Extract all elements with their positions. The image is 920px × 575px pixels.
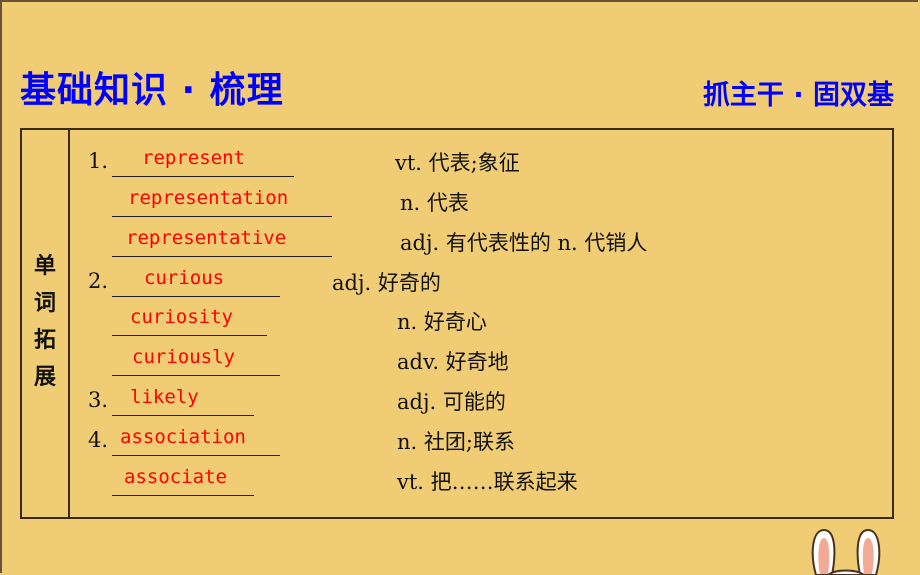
answer-text: represent: [142, 147, 245, 169]
answer-blank: associate: [112, 465, 254, 496]
item-number: 3.: [88, 388, 109, 412]
meaning-text: vt. 把……联系起来: [397, 470, 578, 494]
meaning-text: vt. 代表;象征: [395, 151, 520, 175]
answer-blank: curiously: [112, 345, 280, 376]
answer-blank: likely: [112, 385, 254, 416]
answer-blank: curiosity: [112, 305, 267, 336]
section-title: 基础知识 · 梳理: [20, 70, 284, 111]
item-number: 4.: [88, 428, 109, 452]
answer-text: associate: [124, 466, 227, 488]
section-label-char: 拓: [33, 328, 56, 353]
answer-text: curious: [144, 267, 225, 289]
meaning-text: n. 好奇心: [397, 310, 487, 334]
answer-text: likely: [130, 386, 199, 408]
answer-blank: representative: [112, 226, 332, 257]
meaning-text: adj. 好奇的: [332, 271, 441, 295]
meaning-text: n. 代表: [400, 191, 469, 215]
section-label-char: 词: [33, 291, 56, 316]
answer-text: association: [120, 426, 246, 448]
item-number: 1.: [88, 149, 109, 173]
item-number: 2.: [88, 269, 109, 293]
section-subtitle: 抓主干 · 固双基: [702, 80, 894, 111]
meaning-text: adj. 可能的: [397, 390, 506, 414]
vocabulary-table: 单 词 拓 展 1. represent vt. 代表;象征 represent…: [20, 128, 894, 519]
meaning-text: n. 社团;联系: [397, 430, 515, 454]
meaning-text: adv. 好奇地: [397, 350, 509, 374]
meaning-text: adj. 有代表性的 n. 代销人: [400, 231, 648, 255]
answer-blank: curious: [112, 266, 280, 297]
section-label: 单 词 拓 展: [22, 130, 70, 517]
answer-text: curiously: [132, 346, 235, 368]
answer-blank: representation: [112, 186, 332, 217]
answer-blank: association: [112, 425, 280, 456]
section-label-char: 单: [33, 254, 56, 279]
answer-text: representation: [128, 187, 289, 209]
answer-blank: represent: [112, 146, 294, 177]
answer-text: representative: [126, 227, 287, 249]
bunny-ears-icon: [811, 528, 881, 575]
answer-text: curiosity: [130, 306, 233, 328]
section-label-char: 展: [33, 365, 56, 390]
